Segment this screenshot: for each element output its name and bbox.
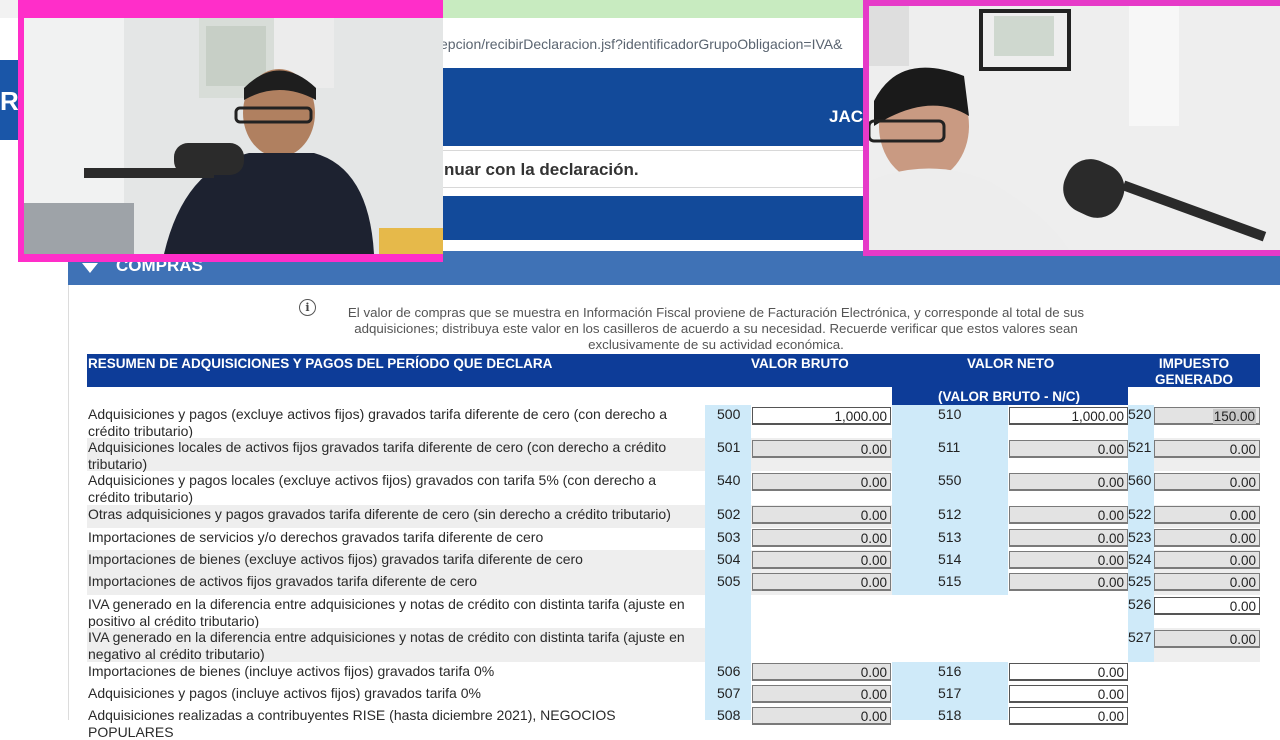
header-gross: VALOR BRUTO — [751, 356, 849, 371]
row-label: Adquisiciones locales de activos fijos g… — [88, 439, 667, 472]
url-text[interactable]: epcion/recibirDeclaracion.jsf?identifica… — [440, 36, 864, 52]
gross-value-field[interactable]: 1,000.00 — [752, 407, 891, 425]
field-code: 506 — [717, 663, 741, 679]
left-edge-logo-text: R — [0, 86, 19, 116]
gross-value-field[interactable]: 0.00 — [752, 551, 891, 569]
field-code: 550 — [938, 472, 962, 488]
row-label: IVA generado en la diferencia entre adqu… — [88, 596, 685, 629]
field-code: 540 — [717, 472, 741, 488]
tax-value-field[interactable]: 0.00 — [1154, 597, 1260, 615]
tax-value-field[interactable]: 0.00 — [1154, 573, 1260, 591]
field-code: 524 — [1128, 551, 1152, 567]
net-value-field[interactable]: 0.00 — [1009, 506, 1128, 524]
field-code: 520 — [1128, 406, 1152, 422]
field-code: 511 — [938, 439, 961, 455]
net-value-field[interactable]: 0.00 — [1009, 573, 1128, 591]
gross-value-field[interactable]: 0.00 — [752, 473, 891, 491]
net-value-field[interactable]: 0.00 — [1009, 707, 1128, 725]
field-code: 514 — [938, 551, 962, 567]
header-tax: IMPUESTO GENERADO — [1154, 356, 1233, 387]
field-code: 512 — [938, 506, 962, 522]
field-code: 560 — [1128, 472, 1152, 488]
field-code: 517 — [938, 685, 962, 701]
field-code: 522 — [1128, 506, 1152, 522]
tax-value-field[interactable]: 0.00 — [1154, 529, 1260, 547]
field-code: 508 — [717, 707, 741, 723]
field-code: 501 — [717, 439, 741, 455]
field-code: 502 — [717, 506, 741, 522]
webcam-left-person-image — [24, 18, 443, 254]
net-value-field[interactable]: 0.00 — [1009, 529, 1128, 547]
tax-value-field[interactable]: 0.00 — [1154, 506, 1260, 524]
info-text: El valor de compras que se muestra en In… — [347, 305, 1085, 352]
field-code: 507 — [717, 685, 741, 701]
field-code: 505 — [717, 573, 741, 589]
field-code: 526 — [1128, 596, 1152, 612]
row-label: Adquisiciones y pagos (incluye activos f… — [88, 685, 481, 701]
field-code: 521 — [1128, 439, 1152, 455]
field-code: 500 — [717, 406, 741, 422]
gross-value-field[interactable]: 0.00 — [752, 440, 891, 458]
row-label: Importaciones de activos fijos gravados … — [88, 573, 478, 589]
tax-value-field[interactable]: 150.00 — [1154, 407, 1260, 425]
gross-value-field[interactable]: 0.00 — [752, 573, 891, 591]
tax-value-field[interactable]: 0.00 — [1154, 440, 1260, 458]
site-header — [440, 68, 865, 146]
message-text: nuar con la declaración. — [444, 160, 639, 179]
row-label: Adquisiciones y pagos locales (excluye a… — [88, 472, 657, 505]
gross-value-field[interactable]: 0.00 — [752, 685, 891, 703]
field-code: 504 — [717, 551, 741, 567]
header-summary: RESUMEN DE ADQUISICIONES Y PAGOS DEL PER… — [88, 356, 553, 371]
tax-value-field[interactable]: 0.00 — [1154, 630, 1260, 648]
info-icon: i — [299, 299, 316, 316]
field-code: 523 — [1128, 529, 1152, 545]
gross-value-field[interactable]: 0.00 — [752, 506, 891, 524]
net-value-field[interactable]: 0.00 — [1009, 473, 1128, 491]
net-value-field[interactable]: 0.00 — [1009, 663, 1128, 681]
header-net: VALOR NETO — [967, 356, 1055, 371]
tax-value-field[interactable]: 0.00 — [1154, 473, 1260, 491]
gross-value-field[interactable]: 0.00 — [752, 529, 891, 547]
collapse-arrow-icon[interactable] — [82, 263, 98, 273]
tax-value-field[interactable]: 0.00 — [1154, 551, 1260, 569]
field-code: 525 — [1128, 573, 1152, 589]
webcam-right-person-image — [869, 6, 1280, 250]
net-value-field[interactable]: 1,000.00 — [1009, 407, 1128, 425]
row-label: Importaciones de bienes (excluye activos… — [88, 551, 583, 567]
header-user-name: JAC — [829, 107, 864, 126]
webcam-right-video — [869, 6, 1280, 250]
field-code: 527 — [1128, 629, 1152, 645]
field-code: 513 — [938, 529, 962, 545]
field-code: 503 — [717, 529, 741, 545]
net-value-field[interactable]: 0.00 — [1009, 685, 1128, 703]
net-value-field[interactable]: 0.00 — [1009, 551, 1128, 569]
row-label: Adquisiciones y pagos (excluye activos f… — [88, 406, 667, 439]
gross-value-field[interactable]: 0.00 — [752, 663, 891, 681]
row-label: Importaciones de bienes (incluye activos… — [88, 663, 495, 679]
row-label: Importaciones de servicios y/o derechos … — [88, 529, 544, 545]
field-code: 518 — [938, 707, 962, 723]
net-value-field[interactable]: 0.00 — [1009, 440, 1128, 458]
webcam-left-video — [24, 18, 443, 254]
row-label: Otras adquisiciones y pagos gravados tar… — [88, 506, 671, 522]
row-label: Adquisiciones realizadas a contribuyente… — [88, 707, 616, 740]
row-label: IVA generado en la diferencia entre adqu… — [88, 629, 685, 662]
field-code: 510 — [938, 406, 962, 422]
nav-bar — [440, 196, 865, 240]
field-code: 516 — [938, 663, 962, 679]
header-net-sub: (VALOR BRUTO - N/C) — [938, 389, 1080, 404]
tax-value-selected: 150.00 — [1212, 409, 1256, 424]
field-code: 515 — [938, 573, 962, 589]
gross-value-field[interactable]: 0.00 — [752, 707, 891, 725]
